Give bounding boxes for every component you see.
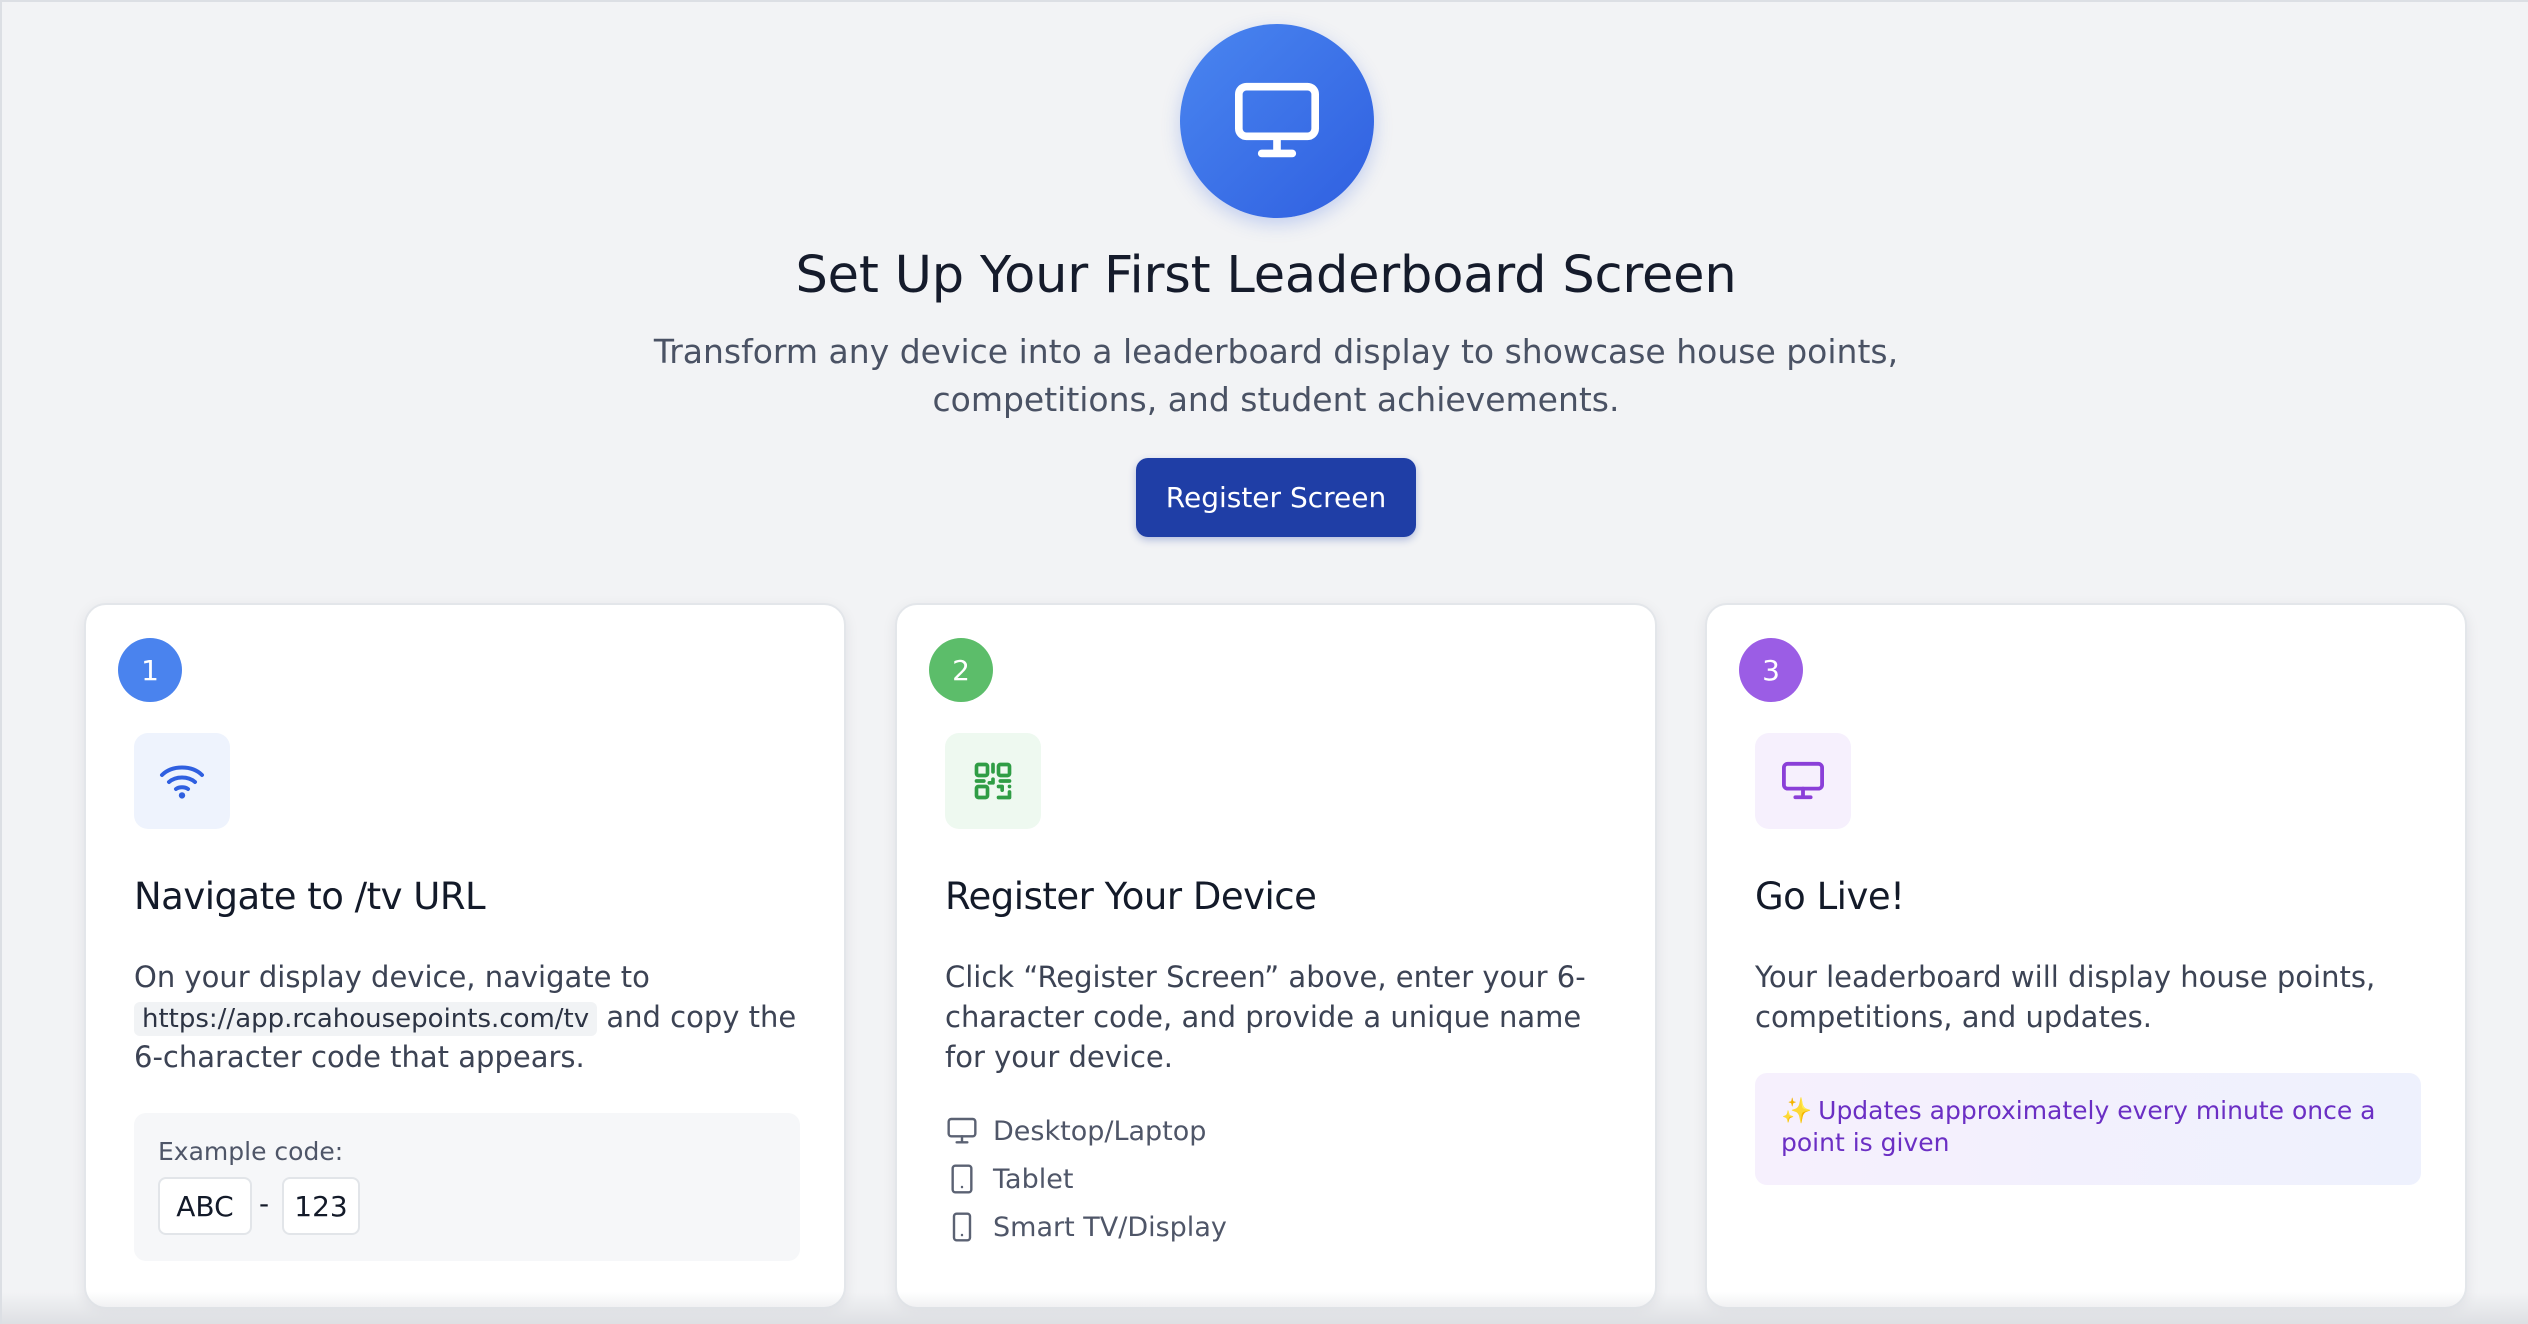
subtitle-line-1: Transform any device into a leaderboard … xyxy=(653,332,1899,371)
tablet-icon xyxy=(945,1162,979,1196)
tv-url-code: https://app.rcahousepoints.com/tv xyxy=(134,1002,598,1036)
list-item: Smart TV/Display xyxy=(945,1203,1227,1251)
example-code-box: Example code: ABC - 123 xyxy=(134,1113,800,1261)
device-label: Desktop/Laptop xyxy=(993,1115,1207,1147)
desktop-icon xyxy=(945,1114,979,1148)
list-item: Tablet xyxy=(945,1155,1227,1203)
sparkles-icon: ✨ xyxy=(1781,1096,1813,1125)
monitor-icon xyxy=(1180,24,1374,218)
qr-code-icon xyxy=(945,733,1041,829)
example-code-label: Example code: xyxy=(158,1137,344,1166)
wifi-icon xyxy=(134,733,230,829)
smartphone-icon xyxy=(945,1210,979,1244)
step-card-navigate: 1 Navigate to /tv URL On your display de… xyxy=(84,603,846,1309)
page-title: Set Up Your First Leaderboard Screen xyxy=(795,246,1737,305)
page-subtitle: Transform any device into a leaderboard … xyxy=(642,328,1910,424)
device-label: Tablet xyxy=(993,1163,1074,1195)
step-description: Click “Register Screen” above, enter you… xyxy=(945,960,1586,1074)
example-code-part-1: ABC xyxy=(158,1177,252,1235)
example-code-part-2: 123 xyxy=(282,1177,360,1235)
step-description: On your display device, navigate to http… xyxy=(134,957,804,1077)
device-list: Desktop/Laptop Tablet Smart TV/Display xyxy=(945,1107,1227,1251)
subtitle-line-2: competitions, and student achievements. xyxy=(932,380,1620,419)
list-item: Desktop/Laptop xyxy=(945,1107,1227,1155)
register-screen-button[interactable]: Register Screen xyxy=(1136,458,1416,537)
step-number-badge: 1 xyxy=(118,638,182,702)
step-text-before-url: On your display device, navigate to xyxy=(134,960,650,994)
update-frequency-note: ✨ Updates approximately every minute once… xyxy=(1755,1073,2421,1185)
device-label: Smart TV/Display xyxy=(993,1211,1227,1243)
step-description: Your leaderboard will display house poin… xyxy=(1755,960,2376,1034)
step-card-go-live: 3 Go Live! Your leaderboard will display… xyxy=(1705,603,2467,1309)
note-text: Updates approximately every minute once … xyxy=(1781,1096,2376,1157)
bottom-shadow xyxy=(2,1292,2528,1324)
step-title: Navigate to /tv URL xyxy=(134,875,486,918)
step-number-badge: 3 xyxy=(1739,638,1803,702)
page: Set Up Your First Leaderboard Screen Tra… xyxy=(0,0,2528,1324)
step-card-register: 2 Register Your Device Click “Register S… xyxy=(895,603,1657,1309)
step-number-badge: 2 xyxy=(929,638,993,702)
step-title: Register Your Device xyxy=(945,875,1317,918)
step-title: Go Live! xyxy=(1755,875,1905,918)
example-code-separator: - xyxy=(259,1187,270,1220)
monitor-icon xyxy=(1755,733,1851,829)
